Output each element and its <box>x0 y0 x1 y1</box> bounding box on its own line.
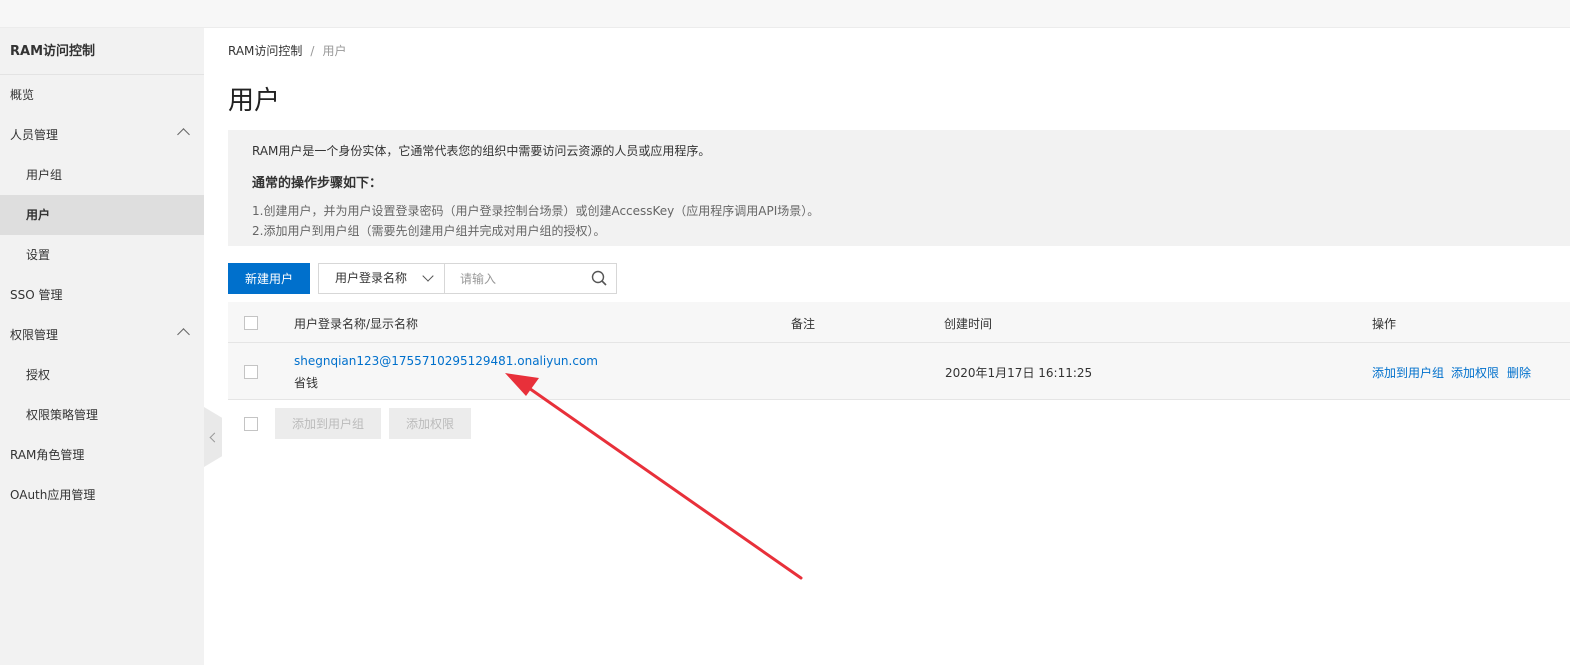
add-permission-link[interactable]: 添加权限 <box>1451 364 1499 381</box>
main-content: RAM访问控制 / 用户 用户 RAM用户是一个身份实体，它通常代表您的组织中需要访… <box>228 28 1570 665</box>
sidebar-item-identity-management[interactable]: 人员管理 <box>0 115 204 155</box>
sidebar-item-policies[interactable]: 权限策略管理 <box>0 395 204 435</box>
search-icon[interactable] <box>591 270 607 286</box>
info-box: RAM用户是一个身份实体，它通常代表您的组织中需要访问云资源的人员或应用程序。 … <box>228 130 1570 246</box>
users-table: 用户登录名称/显示名称 备注 创建时间 操作 shegnqian123@1755… <box>228 302 1570 400</box>
page-title: 用户 <box>228 86 281 116</box>
sidebar-item-label: 权限策略管理 <box>26 408 99 422</box>
chevron-up-icon <box>177 328 190 341</box>
sidebar-item-overview[interactable]: 概览 <box>0 75 204 115</box>
column-header-note: 备注 <box>791 317 816 331</box>
chevron-down-icon <box>422 270 434 282</box>
info-step-1: 1.创建用户，并为用户设置登录密码（用户登录控制台场景）或创建AccessKey… <box>252 204 820 218</box>
info-step-2: 2.添加用户到用户组（需要先创建用户组并完成对用户组的授权）。 <box>252 224 606 238</box>
chevron-left-icon <box>209 432 220 443</box>
table-row: shegnqian123@1755710295129481.onaliyun.c… <box>228 343 1570 400</box>
delete-link[interactable]: 删除 <box>1507 364 1531 381</box>
sidebar-item-label: 设置 <box>26 248 51 262</box>
bulk-select-checkbox[interactable] <box>244 417 258 431</box>
sidebar-title: RAM访问控制 <box>0 28 204 75</box>
add-to-group-link[interactable]: 添加到用户组 <box>1372 364 1444 381</box>
breadcrumb-current: 用户 <box>322 44 347 58</box>
sidebar-item-grants[interactable]: 授权 <box>0 355 204 395</box>
column-header-actions: 操作 <box>1372 317 1397 331</box>
sidebar-item-label: 人员管理 <box>10 128 59 142</box>
column-header-login-name: 用户登录名称/显示名称 <box>294 317 419 331</box>
sidebar-item-permission-management[interactable]: 权限管理 <box>0 315 204 355</box>
user-created-time: 2020年1月17日 16:11:25 <box>945 366 1093 380</box>
sidebar-item-label: 用户组 <box>26 168 63 182</box>
sidebar-item-oauth-apps[interactable]: OAuth应用管理 <box>0 475 204 515</box>
sidebar-item-label: RAM角色管理 <box>10 448 85 462</box>
search-field-value: 用户登录名称 <box>335 271 408 285</box>
sidebar-item-sso[interactable]: SSO 管理 <box>0 275 204 315</box>
user-login-name-link[interactable]: shegnqian123@1755710295129481.onaliyun.c… <box>294 354 598 368</box>
sidebar-item-label: SSO 管理 <box>10 288 63 302</box>
sidebar-item-ram-roles[interactable]: RAM角色管理 <box>0 435 204 475</box>
column-header-created: 创建时间 <box>944 317 993 331</box>
breadcrumb-root[interactable]: RAM访问控制 <box>228 44 302 58</box>
bulk-add-permission-button[interactable]: 添加权限 <box>389 408 471 439</box>
bulk-add-to-group-button[interactable]: 添加到用户组 <box>275 408 381 439</box>
sidebar-collapse-handle[interactable] <box>204 407 222 467</box>
sidebar-item-label: 权限管理 <box>10 328 59 342</box>
sidebar-item-label: 概览 <box>10 88 35 102</box>
select-all-checkbox[interactable] <box>244 316 258 330</box>
table-header: 用户登录名称/显示名称 备注 创建时间 操作 <box>228 302 1570 343</box>
info-heading: 通常的操作步骤如下： <box>252 176 383 191</box>
sidebar-item-label: 授权 <box>26 368 51 382</box>
breadcrumb: RAM访问控制 / 用户 <box>228 42 346 59</box>
search-field-select[interactable]: 用户登录名称 <box>318 263 445 294</box>
top-bar <box>0 0 1570 28</box>
sidebar-item-label: 用户 <box>26 208 51 222</box>
sidebar-item-user-groups[interactable]: 用户组 <box>0 155 204 195</box>
user-display-name: 省钱 <box>294 376 319 390</box>
sidebar-item-label: OAuth应用管理 <box>10 488 96 502</box>
row-checkbox[interactable] <box>244 365 258 379</box>
sidebar: RAM访问控制 概览 人员管理 用户组 用户 设置 SSO 管理 权限管理 授权… <box>0 28 204 665</box>
chevron-up-icon <box>177 128 190 141</box>
sidebar-item-settings[interactable]: 设置 <box>0 235 204 275</box>
info-intro: RAM用户是一个身份实体，它通常代表您的组织中需要访问云资源的人员或应用程序。 <box>252 144 711 158</box>
breadcrumb-separator: / <box>310 44 315 58</box>
create-user-button[interactable]: 新建用户 <box>228 263 310 294</box>
sidebar-item-users[interactable]: 用户 <box>0 195 204 235</box>
